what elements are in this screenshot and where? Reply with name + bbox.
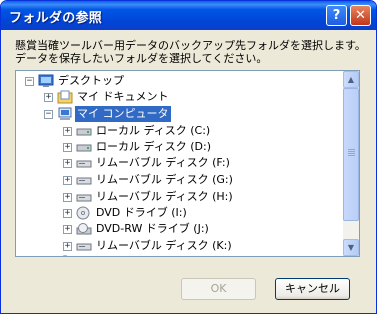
- desktop-icon: [38, 74, 54, 87]
- folder-tree-view[interactable]: − デスクトップ + マイ ドキュメント − マイ コンピュータ + ローカル ディスク (C…: [15, 70, 360, 257]
- vertical-scrollbar[interactable]: ▲ ▼: [343, 71, 359, 256]
- tree-item[interactable]: + リムーバブル ディスク (F:): [16, 155, 344, 171]
- expand-toggle[interactable]: +: [63, 176, 72, 185]
- tree-item[interactable]: − マイ コンピュータ: [16, 106, 344, 122]
- scroll-thumb[interactable]: [343, 88, 359, 221]
- dvd-drive-icon: [76, 206, 90, 220]
- cancel-button[interactable]: キャンセル: [275, 278, 350, 300]
- tree-item[interactable]: + リムーバブル ディスク (K:): [16, 238, 344, 254]
- tree-item[interactable]: + ローカル ディスク (D:): [16, 139, 344, 155]
- tree-item-label[interactable]: DVD ドライブ (I:): [94, 205, 189, 221]
- tree-item-label[interactable]: リムーバブル ディスク (K:): [94, 238, 234, 254]
- expand-toggle[interactable]: +: [63, 143, 72, 152]
- tree-item[interactable]: + DVD ドライブ (I:): [16, 205, 344, 221]
- expand-toggle[interactable]: +: [63, 225, 72, 234]
- scroll-down-button[interactable]: ▼: [343, 239, 359, 256]
- my-computer-icon: [58, 107, 72, 120]
- tree-item-label[interactable]: ローカル ディスク (D:): [94, 139, 213, 155]
- tree-item[interactable]: +マイ ネットワーク: [16, 254, 344, 256]
- removable-disk-icon: [76, 160, 92, 168]
- tree-item-label[interactable]: ローカル ディスク (C:): [94, 123, 212, 139]
- ok-button[interactable]: OK: [181, 278, 256, 300]
- tree-item-label[interactable]: リムーバブル ディスク (H:): [94, 189, 235, 205]
- expand-toggle[interactable]: +: [63, 159, 72, 168]
- hard-drive-icon: [76, 144, 92, 152]
- tree-item-label[interactable]: マイ コンピュータ: [75, 106, 171, 122]
- my-network-icon: [62, 255, 68, 256]
- tree-item-label[interactable]: リムーバブル ディスク (G:): [94, 172, 235, 188]
- close-button[interactable]: ✕: [350, 5, 371, 26]
- expand-toggle[interactable]: +: [63, 127, 72, 136]
- removable-disk-icon: [76, 194, 92, 202]
- tree-item-label[interactable]: マイ ドキュメント: [75, 89, 171, 105]
- expand-toggle[interactable]: +: [63, 193, 72, 202]
- tree-item[interactable]: + DVD-RW ドライブ (J:): [16, 221, 344, 237]
- description-text: 懸賞当確ツールバー用データのバックアップ先フォルダを選択します。 データを保存し…: [15, 39, 366, 65]
- tree-item[interactable]: − デスクトップ: [16, 73, 344, 89]
- help-button[interactable]: ?: [326, 5, 347, 26]
- removable-disk-icon: [76, 177, 92, 185]
- collapse-toggle[interactable]: −: [44, 110, 53, 119]
- tree-item[interactable]: + マイ ドキュメント: [16, 89, 344, 105]
- removable-disk-icon: [76, 243, 92, 251]
- tree-item[interactable]: + リムーバブル ディスク (H:): [16, 189, 344, 205]
- tree-item-label[interactable]: DVD-RW ドライブ (J:): [94, 221, 211, 237]
- scroll-up-button[interactable]: ▲: [343, 71, 359, 88]
- expand-toggle[interactable]: +: [44, 93, 53, 102]
- window-title: フォルダの参照: [9, 11, 103, 26]
- tree-item-label[interactable]: リムーバブル ディスク (F:): [94, 155, 232, 171]
- folder-browse-dialog: フォルダの参照 ? ✕ 懸賞当確ツールバー用データのバックアップ先フォルダを選択…: [0, 0, 377, 314]
- tree-item-label[interactable]: デスクトップ: [56, 73, 126, 89]
- tree-item[interactable]: + ローカル ディスク (C:): [16, 123, 344, 139]
- description-line-1: 懸賞当確ツールバー用データのバックアップ先フォルダを選択します。: [15, 39, 366, 52]
- tree-item-label[interactable]: マイ ネットワーク: [75, 254, 171, 256]
- collapse-toggle[interactable]: −: [25, 77, 34, 86]
- expand-toggle[interactable]: +: [63, 209, 72, 218]
- expand-toggle[interactable]: +: [63, 242, 72, 251]
- my-documents-icon: [57, 90, 73, 104]
- hard-drive-icon: [76, 128, 92, 136]
- description-line-2: データを保存したいフォルダを選択してください。: [15, 52, 268, 65]
- tree-item[interactable]: + リムーバブル ディスク (G:): [16, 172, 344, 188]
- dvd-rw-drive-icon: [76, 223, 92, 235]
- title-bar[interactable]: フォルダの参照 ? ✕: [1, 1, 376, 30]
